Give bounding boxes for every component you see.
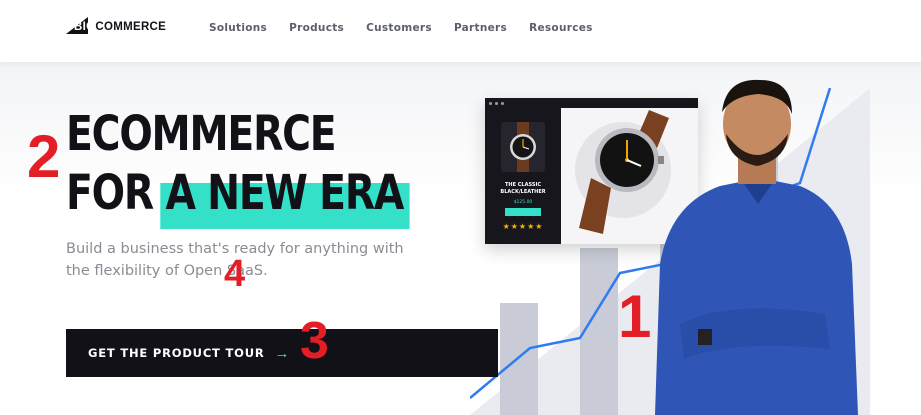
nav-links: Solutions Products Customers Partners Re… [209,22,593,34]
mock-product-price: $125.00 [513,200,533,205]
logo-text-big: BIG [74,21,96,33]
annotation-marker-2: 2 [27,123,61,190]
hero-headline: ECOMMERCE FOR A NEW ERA [66,106,410,229]
bigcommerce-logo[interactable]: BIGCOMMERCE [66,16,166,38]
top-navigation: BIGCOMMERCE Solutions Products Customers… [0,0,921,62]
arrow-right-icon: → [274,344,290,362]
mock-rating-stars: ★★★★★ [502,222,544,231]
logo-text-commerce: COMMERCE [95,21,167,33]
annotation-marker-1: 1 [618,283,652,350]
headline-highlight: A NEW ERA [160,165,410,229]
nav-link-products[interactable]: Products [289,22,344,34]
headline-line-1: ECOMMERCE [66,106,337,162]
annotation-marker-4: 4 [224,253,246,295]
mock-product-sidebar: THE CLASSIC BLACK/LEATHER $125.00 ★★★★★ [485,108,561,244]
nav-link-partners[interactable]: Partners [454,22,507,34]
product-tour-label: GET THE PRODUCT TOUR [88,346,265,360]
hero-section: THE CLASSIC BLACK/LEATHER $125.00 ★★★★★ [0,62,921,415]
nav-link-customers[interactable]: Customers [366,22,432,34]
mock-add-button [505,208,541,216]
nav-link-solutions[interactable]: Solutions [209,22,267,34]
mock-product-title-2: BLACK/LEATHER [500,189,546,195]
watch-thumbnail [501,122,545,172]
hero-subtext: Build a business that's ready for anythi… [66,241,404,279]
headline-line-2-plain: FOR [66,165,154,221]
mock-product-title-1: THE CLASSIC [505,182,541,188]
product-tour-button[interactable]: GET THE PRODUCT TOUR → [66,329,498,377]
nav-link-resources[interactable]: Resources [529,22,593,34]
annotation-marker-3: 3 [300,312,329,370]
man-in-blue-shirt-image [655,79,858,415]
